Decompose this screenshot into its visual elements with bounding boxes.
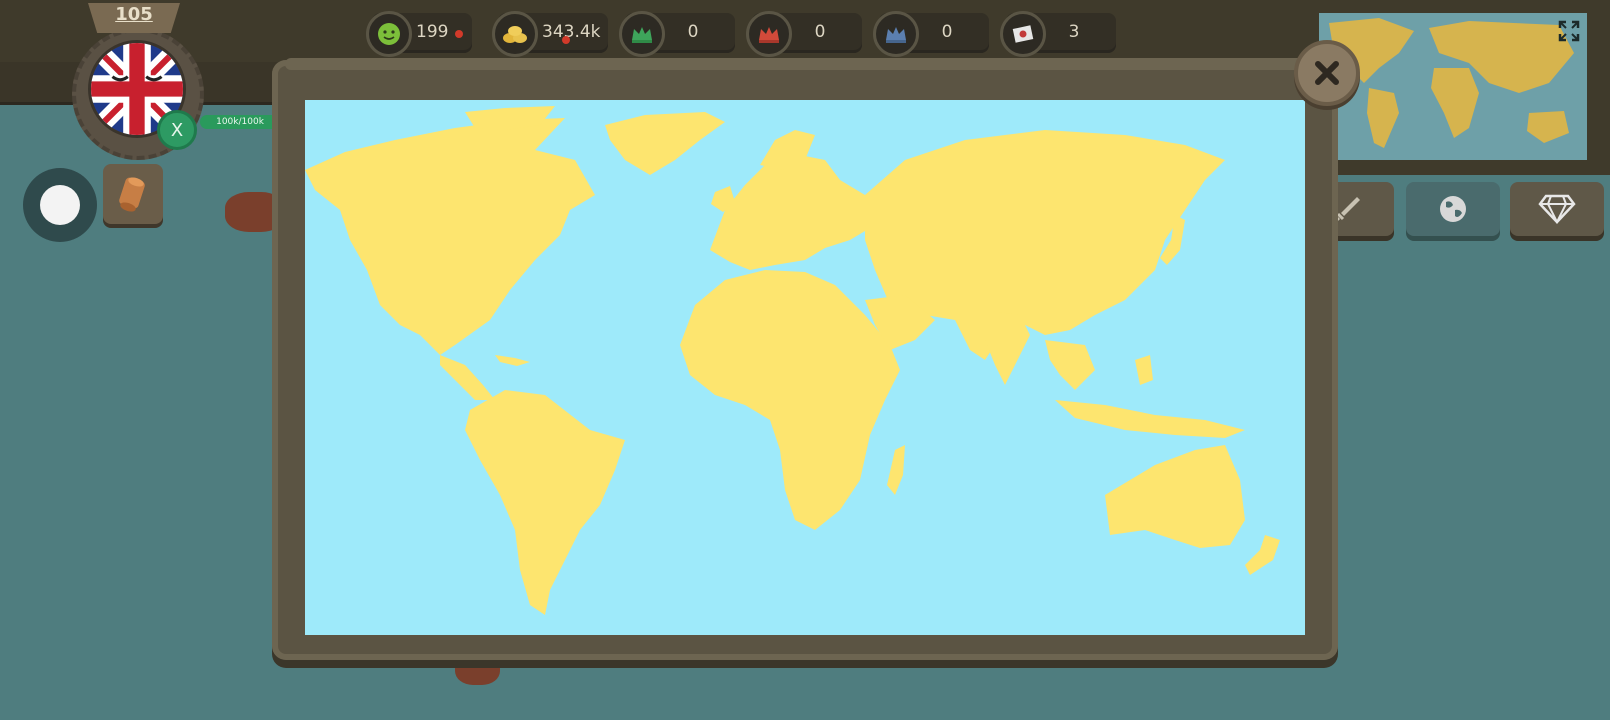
philippines: [1135, 355, 1153, 385]
diamond-icon: [1538, 194, 1576, 224]
world-map[interactable]: [305, 100, 1305, 635]
allies-value: 0: [687, 22, 699, 42]
madagascar: [887, 445, 905, 495]
north-america: [305, 118, 595, 355]
flags-value: 3: [1068, 22, 1080, 42]
diamond-button[interactable]: [1510, 182, 1604, 236]
flags-counter[interactable]: 3: [1000, 11, 1116, 57]
neutral-counter[interactable]: 0: [873, 11, 989, 57]
close-button[interactable]: [1294, 40, 1360, 106]
x-badge[interactable]: X: [157, 110, 197, 150]
smiley-face-icon: [366, 11, 412, 57]
africa: [680, 270, 900, 530]
joystick[interactable]: [23, 168, 97, 242]
gold-coins-icon: [492, 11, 538, 57]
gold-counter[interactable]: 343.4k: [492, 11, 608, 57]
minimap-world: [1329, 18, 1574, 148]
gold-alert-dot: [562, 36, 570, 44]
south-america: [465, 390, 625, 615]
joystick-knob[interactable]: [40, 185, 80, 225]
allies-counter[interactable]: 0: [619, 11, 735, 57]
scroll-button[interactable]: [103, 164, 163, 224]
continents: [305, 106, 1280, 615]
globe-icon: [1440, 196, 1466, 222]
fullscreen-icon[interactable]: [1558, 20, 1580, 42]
new-zealand: [1245, 535, 1280, 575]
scroll-icon: [119, 177, 145, 212]
caribbean: [495, 355, 530, 366]
australia: [1105, 445, 1245, 548]
greenland: [605, 112, 725, 175]
population-alert-dot: [455, 30, 463, 38]
health-bar: 100k/100k: [200, 115, 280, 129]
gold-value: 343.4k: [542, 22, 601, 42]
population-counter[interactable]: 199: [366, 11, 472, 57]
enemies-value: 0: [814, 22, 826, 42]
southeast-asia: [1045, 340, 1095, 390]
globe-button[interactable]: [1406, 182, 1500, 236]
world-map-svg: [305, 106, 1280, 615]
central-america: [440, 355, 495, 400]
indonesia: [1055, 400, 1245, 438]
enemies-counter[interactable]: 0: [746, 11, 862, 57]
minimap[interactable]: [1319, 13, 1587, 160]
player-level: 105: [115, 4, 153, 25]
close-icon: [1315, 61, 1339, 85]
neutral-value: 0: [941, 22, 953, 42]
panel-top-edge: [285, 58, 1325, 70]
europe: [710, 155, 875, 270]
